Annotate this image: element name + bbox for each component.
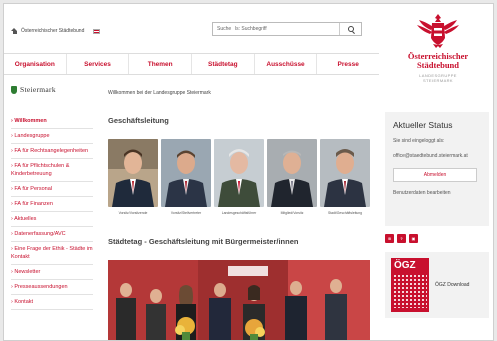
faq-icon[interactable]: ? <box>397 234 406 243</box>
sidebar-item-aktuelles[interactable]: Aktuelles <box>11 212 93 227</box>
nav-item-ausschuesse[interactable]: Ausschüsse <box>255 54 318 74</box>
logo-sub-line2: STEIERMARK <box>422 78 453 83</box>
site-logo[interactable]: Österreichischer Städtebund LANDESGRUPPE… <box>382 4 493 94</box>
person-photo <box>320 139 370 207</box>
sidebar-item-fa-personal[interactable]: FA für Personal <box>11 182 93 197</box>
leadership-gallery: Vorsitz/Vorsitzende Vorsitz/Stellvertret… <box>108 139 370 215</box>
ogz-cover-title: ÖGZ <box>394 260 416 271</box>
sidebar-item-presse[interactable]: Presseaussendungen <box>11 280 93 295</box>
sidebar-item-fa-finanzen[interactable]: FA für Finanzen <box>11 197 93 212</box>
main-content: Willkommen bei der Landesgruppe Steierma… <box>108 90 370 340</box>
home-icon <box>11 28 18 34</box>
page-frame: Österreichischer Städtebund Suche Organi… <box>3 3 494 341</box>
logo-name-line2: Städtebund <box>416 60 460 70</box>
logo-subtitle: LANDESGRUPPE STEIERMARK <box>419 73 457 83</box>
sidebar-menu: Willkommen Landesgruppe FA für Rechtsang… <box>11 114 93 310</box>
nav-item-staedtetag[interactable]: Städtetag <box>192 54 255 74</box>
section-title-staedtetag: Städtetag - Geschäftsleitung mit Bürgerm… <box>108 237 299 246</box>
ogz-download-link[interactable]: ÖGZ Download <box>435 282 469 288</box>
person-caption: Vorsitz/Stellvertreter <box>170 211 202 215</box>
person-caption: Landesgeschäftsführer <box>221 211 257 215</box>
sidebar-item-willkommen[interactable]: Willkommen <box>11 114 93 129</box>
person-photo <box>214 139 264 207</box>
person-caption: Mitglied/Vorsitz <box>280 211 304 215</box>
ogz-cover: ÖGZ <box>391 258 429 312</box>
person-card[interactable]: Vorsitz/Vorsitzende <box>108 139 158 215</box>
search-button[interactable] <box>339 23 361 35</box>
top-bar: Österreichischer Städtebund Suche <box>4 4 379 52</box>
coat-of-arms-icon <box>11 85 17 94</box>
ogz-download-box[interactable]: ÖGZ ÖGZ Download <box>385 252 489 318</box>
sidebar-item-newsletter[interactable]: Newsletter <box>11 265 93 280</box>
search-label: Suche <box>217 26 232 32</box>
edit-profile-link[interactable]: Benutzerdaten bearbeiten <box>393 190 451 196</box>
ogz-pattern <box>393 274 427 308</box>
person-caption: Vorsitz/Vorsitzende <box>118 211 148 215</box>
person-card[interactable]: Vorsitz/Stellvertreter <box>161 139 211 215</box>
region-name: Steiermark <box>20 85 56 94</box>
person-card[interactable]: Landesgeschäftsführer <box>214 139 264 215</box>
sidebar-item-kontakt[interactable]: Kontakt <box>11 295 93 310</box>
nav-item-organisation[interactable]: Organisation <box>4 54 67 74</box>
right-column: Aktueller Status Sie sind eingeloggt als… <box>385 112 489 318</box>
sidebar-item-ethik[interactable]: Eine Frage der Ethik - Städte im Kontakt <box>11 242 93 265</box>
nav-item-themen[interactable]: Themen <box>129 54 193 74</box>
person-card[interactable]: Stadt/Geschäftsleitung <box>320 139 370 215</box>
sidebar: Steiermark Willkommen Landesgruppe FA fü… <box>11 85 93 310</box>
person-photo <box>161 139 211 207</box>
nav-item-presse[interactable]: Presse <box>317 54 379 74</box>
person-photo <box>108 139 158 207</box>
search-input[interactable] <box>235 26 335 32</box>
status-panel: Aktueller Status Sie sind eingeloggt als… <box>385 112 489 226</box>
section-title-geschaeftsleitung: Geschäftsleitung <box>108 116 169 125</box>
sidebar-item-fa-pflichtschulen[interactable]: FA für Pflichtschulen & Kinderbetreuung <box>11 159 93 182</box>
status-title: Aktueller Status <box>393 120 453 130</box>
main-nav: Organisation Services Themen Städtetag A… <box>4 53 379 75</box>
home-link[interactable]: Österreichischer Städtebund <box>11 28 101 34</box>
sidebar-item-fa-recht[interactable]: FA für Rechtsangelegenheiten <box>11 144 93 159</box>
nav-item-services[interactable]: Services <box>67 54 130 74</box>
home-label: Österreichischer Städtebund <box>21 28 85 34</box>
eagle-logo-icon <box>417 14 459 48</box>
status-text: Sie sind eingeloggt als: <box>393 138 445 144</box>
logo-name: Österreichischer Städtebund <box>408 52 468 70</box>
print-icon[interactable]: ▣ <box>409 234 418 243</box>
language-flag-icon[interactable] <box>93 28 101 34</box>
logout-button[interactable]: Abmelden <box>393 168 477 182</box>
search-box: Suche <box>212 22 362 36</box>
search-icon <box>347 26 354 32</box>
status-email: office@staedtebund.steiermark.at <box>393 153 468 159</box>
person-caption: Stadt/Geschäftsleitung <box>327 211 363 215</box>
social-links: ≋ ? ▣ <box>385 234 489 243</box>
rss-icon[interactable]: ≋ <box>385 234 394 243</box>
group-photo <box>108 260 370 340</box>
welcome-text: Willkommen bei der Landesgruppe Steierma… <box>108 90 211 96</box>
person-card[interactable]: Mitglied/Vorsitz <box>267 139 317 215</box>
region-header: Steiermark <box>11 85 93 94</box>
sidebar-item-landesgruppe[interactable]: Landesgruppe <box>11 129 93 144</box>
sidebar-item-datenerfassung[interactable]: Datenerfassung/AVC <box>11 227 93 242</box>
person-photo <box>267 139 317 207</box>
